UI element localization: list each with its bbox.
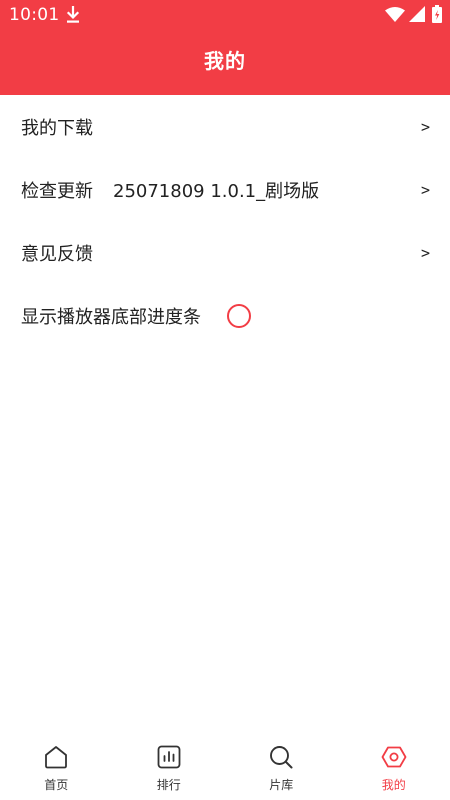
- menu-item-label: 显示播放器底部进度条: [21, 306, 201, 328]
- nav-label: 首页: [44, 778, 69, 792]
- menu-item-feedback[interactable]: 意见反馈 >: [0, 221, 450, 284]
- page-title: 我的: [204, 49, 246, 73]
- battery-icon: [432, 5, 442, 23]
- search-icon: [270, 746, 293, 769]
- header: 10:01 我的: [0, 0, 450, 95]
- screen: 10:01 我的 我的下载 > 检查更新 25071809 1.0.1_剧场版 …: [0, 0, 450, 800]
- bottom-nav: 首页 排行 片库 我的: [0, 732, 450, 800]
- menu-item-label: 我的下载: [21, 117, 93, 139]
- home-icon: [45, 746, 68, 769]
- ranking-icon: [157, 745, 181, 769]
- profile-hexagon-icon: [381, 746, 407, 768]
- chevron-right-icon: >: [420, 117, 430, 136]
- menu-item-label: 检查更新: [21, 180, 93, 202]
- nav-item-library[interactable]: 片库: [225, 732, 338, 800]
- wifi-icon: [385, 7, 405, 22]
- progress-bar-radio[interactable]: [227, 303, 251, 328]
- download-icon: [66, 6, 80, 23]
- menu-item-progress-bar-toggle: 显示播放器底部进度条: [0, 284, 450, 347]
- nav-label: 排行: [156, 778, 181, 792]
- nav-label: 我的: [381, 778, 406, 792]
- settings-list: 我的下载 > 检查更新 25071809 1.0.1_剧场版 > 意见反馈 > …: [0, 95, 450, 347]
- menu-item-label: 意见反馈: [21, 243, 93, 265]
- menu-item-downloads[interactable]: 我的下载 >: [0, 95, 450, 158]
- status-bar: 10:01: [0, 0, 450, 30]
- nav-item-mine[interactable]: 我的: [338, 732, 450, 800]
- chevron-right-icon: >: [420, 180, 430, 199]
- status-time: 10:01: [9, 5, 60, 25]
- nav-label: 片库: [269, 778, 294, 792]
- nav-item-home[interactable]: 首页: [0, 732, 113, 800]
- cell-signal-icon: [409, 6, 425, 22]
- nav-item-ranking[interactable]: 排行: [113, 732, 226, 800]
- version-value: 25071809 1.0.1_剧场版: [113, 180, 320, 202]
- chevron-right-icon: >: [420, 243, 430, 262]
- menu-item-check-update[interactable]: 检查更新 25071809 1.0.1_剧场版 >: [0, 158, 450, 221]
